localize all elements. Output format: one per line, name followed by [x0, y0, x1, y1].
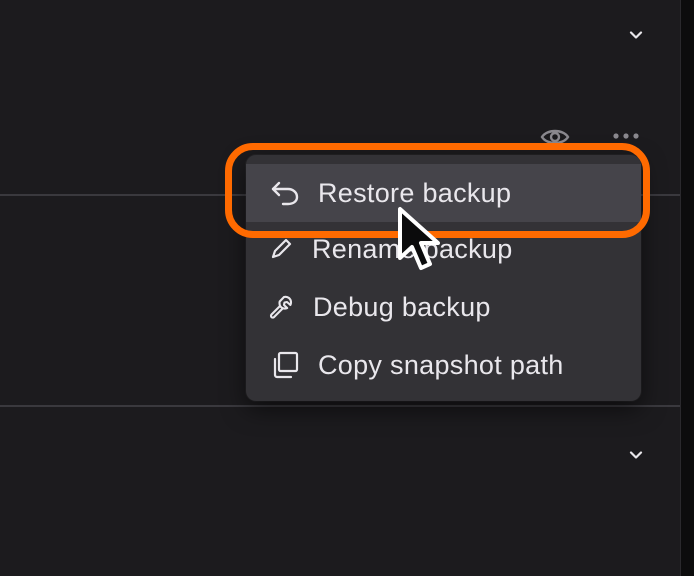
chevron-down-icon[interactable] [626, 445, 646, 465]
backups-page: Restore backup Rename backup Debug backu… [0, 0, 694, 576]
menu-item-rename-backup[interactable]: Rename backup [246, 221, 641, 277]
menu-item-debug-backup[interactable]: Debug backup [246, 279, 641, 335]
menu-item-label: Restore backup [318, 177, 512, 208]
row-divider [0, 405, 680, 407]
menu-item-restore-backup[interactable]: Restore backup [246, 164, 641, 222]
copy-icon [268, 348, 302, 382]
wrench-icon [264, 290, 298, 324]
scrollbar-track[interactable] [680, 0, 694, 576]
menu-item-label: Debug backup [313, 291, 491, 322]
undo-arrow-icon [268, 176, 302, 210]
more-dots-icon[interactable] [612, 132, 640, 140]
menu-item-copy-snapshot-path[interactable]: Copy snapshot path [246, 337, 641, 393]
menu-item-label: Rename backup [312, 233, 513, 264]
pencil-icon [264, 232, 298, 266]
chevron-down-icon[interactable] [626, 25, 646, 45]
eye-icon[interactable] [540, 126, 570, 148]
backup-context-menu: Restore backup Rename backup Debug backu… [246, 155, 641, 401]
menu-item-label: Copy snapshot path [318, 349, 564, 380]
